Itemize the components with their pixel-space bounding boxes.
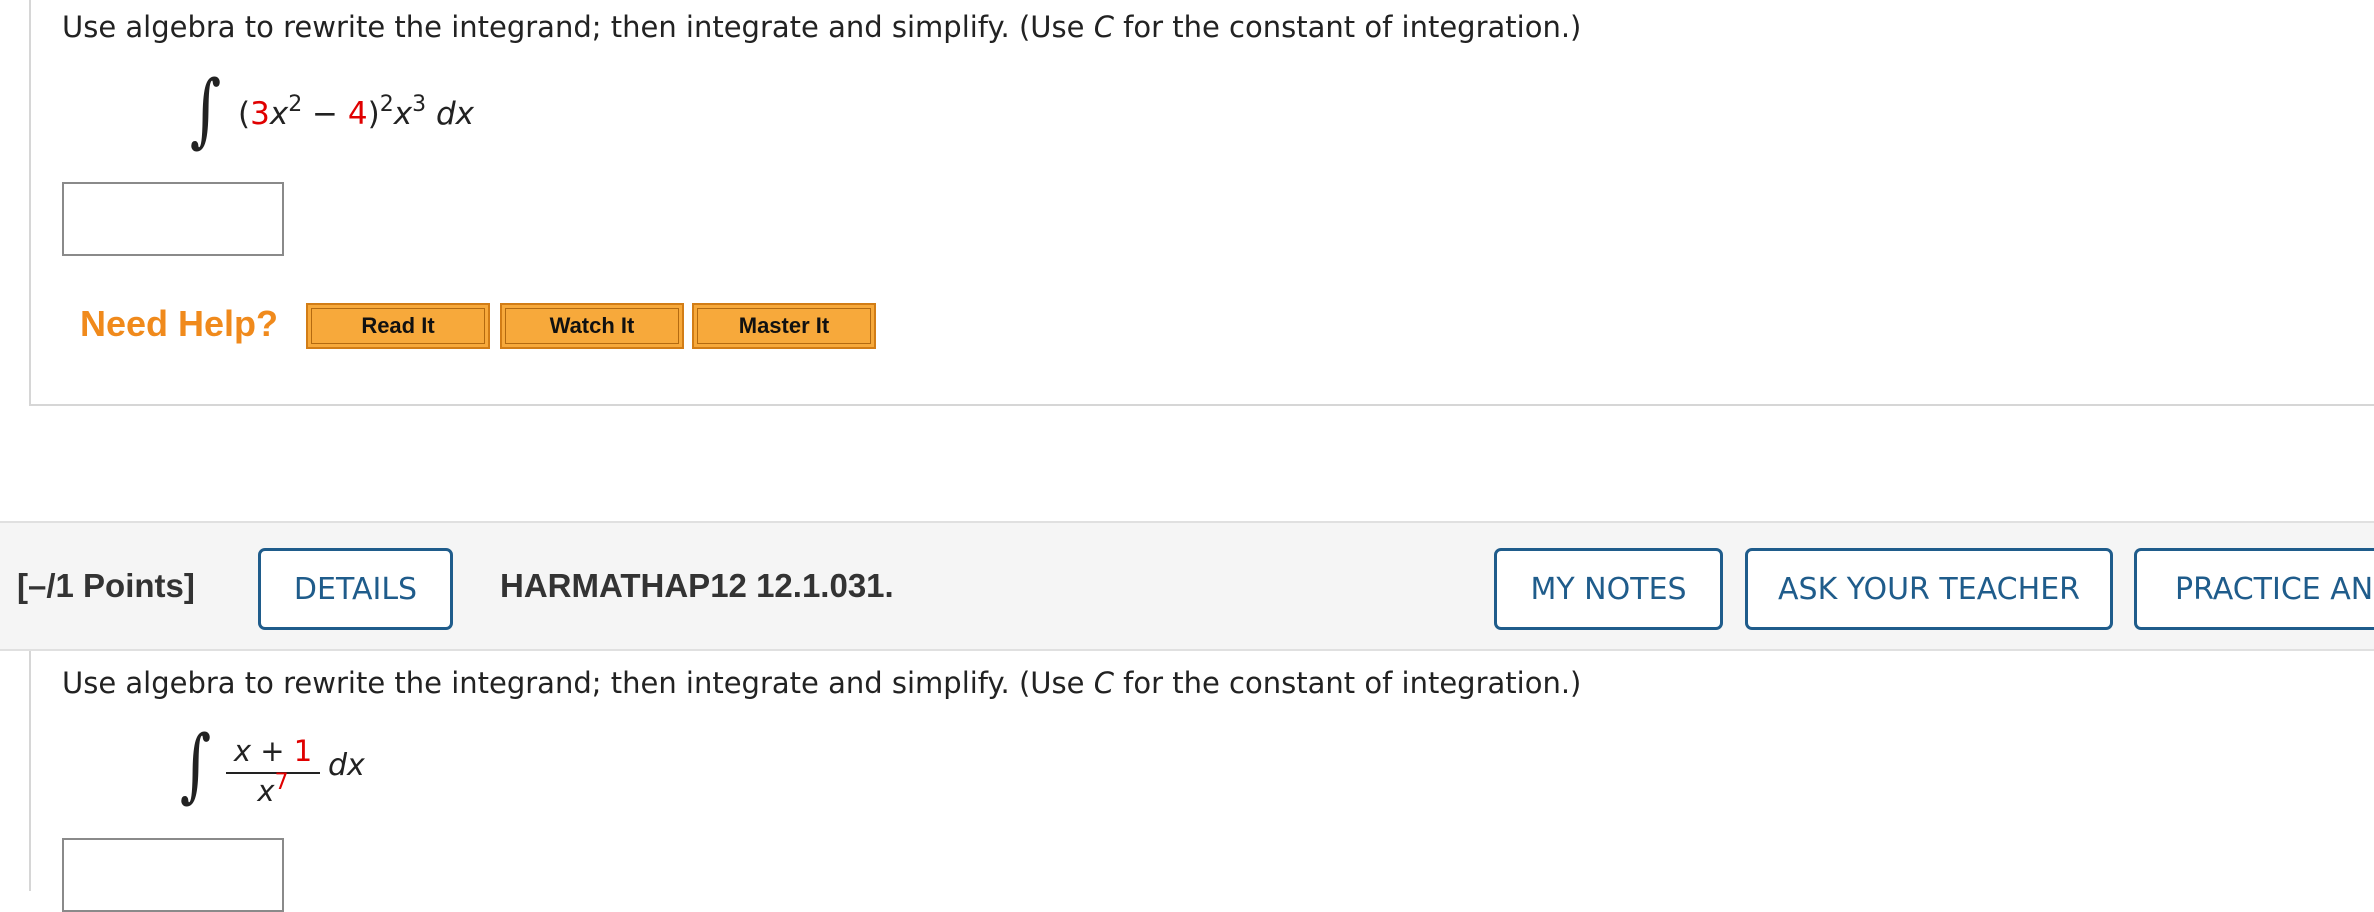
points-label: [–/1 Points] bbox=[17, 567, 195, 604]
question-2-fraction: x + 1 x7 bbox=[226, 734, 320, 808]
details-button[interactable]: DETAILS bbox=[258, 548, 453, 630]
need-help-label: Need Help? bbox=[80, 303, 279, 344]
question-1-answer-input[interactable] bbox=[62, 182, 284, 256]
question-1-prompt: Use algebra to rewrite the integrand; th… bbox=[62, 10, 1582, 44]
question-2-header-bar: [–/1 Points] DETAILS HARMATHAP12 12.1.03… bbox=[0, 521, 2374, 651]
master-it-button[interactable]: Master It bbox=[692, 303, 876, 349]
integral-sign: ∫ bbox=[190, 63, 222, 156]
fraction-numerator: x + 1 bbox=[226, 734, 320, 774]
question-id: HARMATHAP12 12.1.031. bbox=[500, 567, 894, 604]
watch-it-button[interactable]: Watch It bbox=[500, 303, 684, 349]
integral-sign-2: ∫ bbox=[180, 718, 212, 811]
practice-another-button[interactable]: PRACTICE ANOTHER bbox=[2134, 548, 2374, 630]
read-it-button[interactable]: Read It bbox=[306, 303, 490, 349]
question-2-panel-border bbox=[29, 651, 31, 891]
question-2-prompt: Use algebra to rewrite the integrand; th… bbox=[62, 666, 1582, 700]
question-2-dx: dx bbox=[328, 748, 365, 783]
question-1-integrand: (3x2 − 4)2x3 dx bbox=[238, 92, 474, 132]
ask-your-teacher-button[interactable]: ASK YOUR TEACHER bbox=[1745, 548, 2113, 630]
my-notes-button[interactable]: MY NOTES bbox=[1494, 548, 1723, 630]
fraction-denominator: x7 bbox=[257, 770, 289, 808]
question-2-answer-input[interactable] bbox=[62, 838, 284, 912]
